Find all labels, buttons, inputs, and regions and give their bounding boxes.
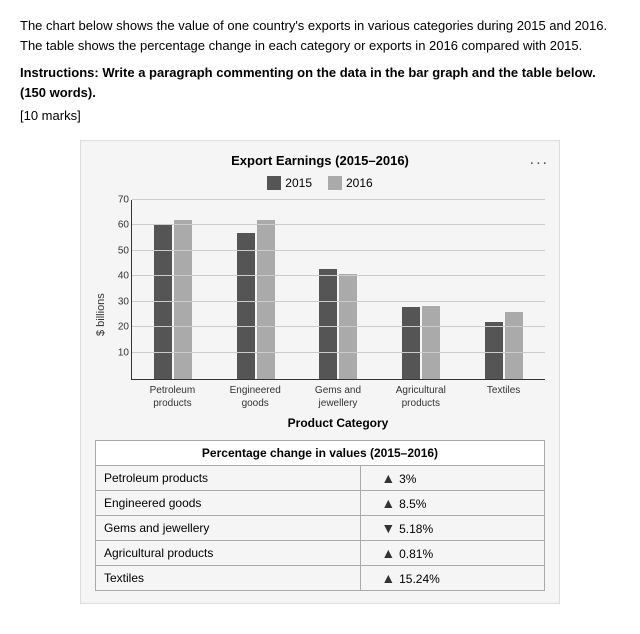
bar-2015 bbox=[402, 307, 420, 379]
y-axis-container: $ billions 10203040506070 Petroleumprodu… bbox=[95, 200, 545, 430]
legend-2015: 2015 bbox=[267, 176, 312, 190]
grid-line bbox=[132, 301, 545, 302]
legend-2016-label: 2016 bbox=[346, 176, 373, 190]
y-tick-label: 10 bbox=[118, 347, 129, 358]
bar-2016 bbox=[257, 220, 275, 379]
arrow-up-icon: ▲ bbox=[381, 570, 399, 586]
x-axis-label: Textiles bbox=[462, 384, 545, 410]
y-axis-label: $ billions bbox=[95, 200, 107, 430]
table-row: Gems and jewellery▼ 5.18% bbox=[96, 515, 545, 540]
table-category: Agricultural products bbox=[96, 540, 361, 565]
table-header: Percentage change in values (2015–2016) bbox=[96, 440, 545, 465]
y-tick-label: 20 bbox=[118, 322, 129, 333]
y-tick-label: 30 bbox=[118, 296, 129, 307]
table-row: Agricultural products▲ 0.81% bbox=[96, 540, 545, 565]
table-value: ▲ 3% bbox=[361, 465, 545, 490]
table-value: ▲ 8.5% bbox=[361, 490, 545, 515]
table-row: Engineered goods▲ 8.5% bbox=[96, 490, 545, 515]
x-axis-label: Agriculturalproducts bbox=[379, 384, 462, 410]
table-category: Gems and jewellery bbox=[96, 515, 361, 540]
bar-2015 bbox=[485, 322, 503, 378]
grid-line bbox=[132, 352, 545, 353]
x-axis-title: Product Category bbox=[131, 416, 545, 430]
table-section: Percentage change in values (2015–2016) … bbox=[95, 440, 545, 591]
grid-line bbox=[132, 250, 545, 251]
bar-2016 bbox=[422, 306, 440, 379]
x-axis-labels: PetroleumproductsEngineeredgoodsGems and… bbox=[131, 384, 545, 410]
arrow-down-icon: ▼ bbox=[381, 520, 399, 536]
chart-plot-area: 10203040506070 bbox=[131, 200, 545, 380]
arrow-up-icon: ▲ bbox=[381, 545, 399, 561]
more-options-icon[interactable]: ... bbox=[530, 151, 549, 169]
x-axis-label: Gems andjewellery bbox=[297, 384, 380, 410]
grid-line bbox=[132, 224, 545, 225]
bar-2015 bbox=[237, 233, 255, 379]
table-row: Petroleum products▲ 3% bbox=[96, 465, 545, 490]
chart-inner: 10203040506070 PetroleumproductsEngineer… bbox=[131, 200, 545, 430]
y-tick-label: 70 bbox=[118, 194, 129, 205]
legend-2016-box bbox=[328, 176, 342, 190]
table-category: Engineered goods bbox=[96, 490, 361, 515]
grid-line bbox=[132, 199, 545, 200]
instructions-text: Instructions: Write a paragraph commenti… bbox=[20, 63, 620, 102]
x-axis-label: Engineeredgoods bbox=[214, 384, 297, 410]
grid-line bbox=[132, 275, 545, 276]
table-value: ▲ 0.81% bbox=[361, 540, 545, 565]
arrow-up-icon: ▲ bbox=[381, 470, 399, 486]
y-tick-label: 50 bbox=[118, 245, 129, 256]
table-category: Petroleum products bbox=[96, 465, 361, 490]
y-tick-label: 40 bbox=[118, 271, 129, 282]
table-value: ▲ 15.24% bbox=[361, 565, 545, 590]
intro-text: The chart below shows the value of one c… bbox=[20, 16, 620, 55]
bar-2016 bbox=[174, 220, 192, 379]
chart-container: ... Export Earnings (2015–2016) 2015 201… bbox=[80, 140, 560, 604]
arrow-up-icon: ▲ bbox=[381, 495, 399, 511]
table-value: ▼ 5.18% bbox=[361, 515, 545, 540]
table-category: Textiles bbox=[96, 565, 361, 590]
legend-2015-label: 2015 bbox=[285, 176, 312, 190]
y-tick-label: 60 bbox=[118, 220, 129, 231]
legend-2016: 2016 bbox=[328, 176, 373, 190]
chart-title: Export Earnings (2015–2016) bbox=[95, 153, 545, 168]
percentage-table: Percentage change in values (2015–2016) … bbox=[95, 440, 545, 591]
x-axis-label: Petroleumproducts bbox=[131, 384, 214, 410]
grid-line bbox=[132, 326, 545, 327]
table-row: Textiles▲ 15.24% bbox=[96, 565, 545, 590]
bar-2016 bbox=[505, 312, 523, 378]
legend-2015-box bbox=[267, 176, 281, 190]
marks-text: [10 marks] bbox=[20, 106, 620, 126]
chart-legend: 2015 2016 bbox=[95, 176, 545, 190]
bar-2015 bbox=[319, 269, 337, 379]
